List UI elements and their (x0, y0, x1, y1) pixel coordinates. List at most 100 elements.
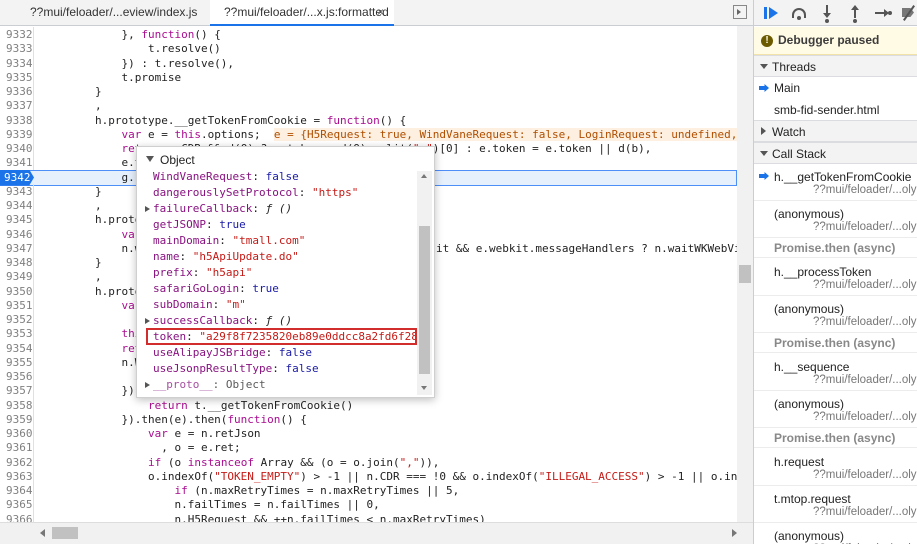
line-number[interactable]: 9366 (0, 511, 34, 522)
property-separator: : (272, 362, 286, 375)
property-key: subDomain: "m" (153, 298, 246, 311)
property-failurecallback[interactable]: failureCallback: ƒ () (137, 201, 417, 217)
paused-status-text: Debugger paused (778, 33, 880, 47)
frame-location[interactable]: ??mui/feloader/...oly (813, 184, 917, 196)
frame-location[interactable]: ??mui/feloader/...oly (813, 279, 917, 291)
step-over-button[interactable] (790, 4, 808, 22)
property-prefix[interactable]: prefix: "h5api" (137, 265, 417, 281)
paused-banner: ! Debugger paused (754, 27, 917, 55)
property-separator: : (252, 314, 266, 327)
call-frame[interactable]: (anonymous)??mui/feloader/...oly (754, 201, 917, 238)
close-icon[interactable]: × (377, 0, 384, 24)
property-key: getJSONP: true (153, 218, 246, 231)
step-icon-dot (888, 11, 892, 15)
tab-index-js[interactable]: ??mui/feloader/...eview/index.js (0, 0, 210, 26)
frame-function: h.__processToken (774, 265, 872, 279)
source-editor: ??mui/feloader/...eview/index.js ??mui/f… (0, 0, 753, 544)
property-key: dangerouslySetProtocol: "https" (153, 186, 359, 199)
scroll-left-icon[interactable] (40, 529, 45, 537)
async-label: Promise.then (async) (774, 336, 896, 350)
frame-location[interactable]: ??mui/feloader/...oly (813, 221, 917, 233)
property-key: __proto__: Object (153, 378, 266, 391)
property-separator: : (192, 266, 206, 279)
property-safarigologin[interactable]: safariGoLogin: true (137, 281, 417, 297)
property-usealipayjsbridge[interactable]: useAlipayJSBridge: false (137, 345, 417, 361)
step-button[interactable] (874, 4, 892, 22)
thread-main[interactable]: Main (754, 77, 917, 99)
property-windvanerequest[interactable]: WindVaneRequest: false (137, 169, 417, 185)
property-successcallback[interactable]: successCallback: ƒ () (137, 313, 417, 329)
expand-right-icon[interactable] (145, 318, 150, 324)
thread-smb-fid-sender[interactable]: smb-fid-sender.html (754, 99, 917, 121)
tab-label: ??mui/feloader/...x.js:formatted (224, 5, 389, 19)
call-stack-section-header[interactable]: Call Stack (754, 142, 917, 164)
call-frame[interactable]: (anonymous)??mui/feloader/...oly (754, 391, 917, 428)
step-out-button[interactable] (846, 4, 864, 23)
editor-tab-bar: ??mui/feloader/...eview/index.js ??mui/f… (0, 0, 753, 26)
tab-label: ??mui/feloader/...eview/index.js (30, 5, 198, 19)
call-frame[interactable]: h.__processToken ??mui/feloader/...oly (754, 259, 917, 296)
deactivate-breakpoints-button[interactable] (900, 4, 917, 22)
debugger-toolbar (754, 0, 917, 26)
async-separator: Promise.then (async) (754, 428, 917, 448)
section-title: Watch (772, 125, 806, 139)
property-getjsonp[interactable]: getJSONP: true (137, 217, 417, 233)
property-separator: : (265, 346, 279, 359)
call-frame[interactable]: h.request ??mui/feloader/...oly (754, 449, 917, 486)
step-into-button[interactable] (818, 4, 836, 23)
resume-icon (764, 7, 767, 19)
property-separator: : (252, 202, 266, 215)
property-value: ƒ () (265, 202, 293, 215)
frame-location[interactable]: ??mui/feloader/...oly (813, 316, 917, 328)
expand-down-icon[interactable] (146, 156, 154, 162)
watch-section-header[interactable]: Watch (754, 120, 917, 142)
expand-right-icon[interactable] (145, 206, 150, 212)
property-key: successCallback: ƒ () (153, 314, 293, 327)
property-dangerouslysetprotocol[interactable]: dangerouslySetProtocol: "https" (137, 185, 417, 201)
property-key: useAlipayJSBridge: false (153, 346, 312, 359)
threads-section-header[interactable]: Threads (754, 55, 917, 77)
horizontal-scrollbar[interactable] (0, 522, 753, 544)
call-frame[interactable]: (anonymous)??mui/feloader/...oly (754, 296, 917, 333)
property-separator: : (252, 170, 266, 183)
call-frame[interactable]: h.__getTokenFromCookie ??mui/feloader/...… (754, 164, 917, 201)
async-separator: Promise.then (async) (754, 238, 917, 258)
scroll-up-icon[interactable] (421, 174, 427, 178)
code-text: n.H5Request && ++n.failTimes < n.maxRetr… (42, 512, 486, 523)
scrollbar-thumb[interactable] (419, 226, 430, 374)
code-line[interactable]: 9366 n.H5Request && ++n.failTimes < n.ma… (0, 511, 737, 523)
property-name[interactable]: name: "h5ApiUpdate.do" (137, 249, 417, 265)
thread-name: Main (774, 81, 801, 95)
property-value: false (278, 346, 312, 359)
call-frame[interactable]: (anonymous)??mui/feloader/...oly (754, 523, 917, 544)
frame-location[interactable]: ??mui/feloader/...oly (813, 411, 917, 423)
call-frame[interactable]: h.__sequence ??mui/feloader/...oly (754, 354, 917, 391)
frame-function: (anonymous) (774, 302, 845, 316)
property-separator: : (298, 186, 312, 199)
thread-name: smb-fid-sender.html (774, 103, 880, 117)
property-separator: : (239, 282, 253, 295)
frame-location[interactable]: ??mui/feloader/...oly (813, 469, 917, 481)
property-proto[interactable]: __proto__: Object (137, 377, 417, 393)
property-maindomain[interactable]: mainDomain: "tmall.com" (137, 233, 417, 249)
scrollbar-thumb[interactable] (52, 527, 78, 539)
popover-header[interactable]: Object (137, 152, 434, 168)
chevron-right-icon (761, 127, 766, 135)
property-subdomain[interactable]: subDomain: "m" (137, 297, 417, 313)
property-key: mainDomain: "tmall.com" (153, 234, 306, 247)
frame-location[interactable]: ??mui/feloader/...oly (813, 374, 917, 386)
vertical-scrollbar[interactable] (737, 26, 753, 522)
resume-button[interactable] (762, 4, 780, 22)
property-key: safariGoLogin: true (153, 282, 279, 295)
popover-scrollbar[interactable] (417, 171, 432, 395)
scroll-down-icon[interactable] (421, 386, 427, 390)
call-frame[interactable]: t.mtop.request ??mui/feloader/...oly (754, 486, 917, 523)
property-usejsonpresulttype[interactable]: useJsonpResultType: false (137, 361, 417, 377)
scrollbar-thumb[interactable] (739, 265, 751, 283)
frame-location[interactable]: ??mui/feloader/...oly (813, 506, 917, 518)
section-title: Threads (772, 60, 817, 74)
toggle-sidebar-icon[interactable] (733, 5, 747, 19)
tab-index-formatted[interactable]: ??mui/feloader/...x.js:formatted × (210, 0, 394, 26)
scroll-right-icon[interactable] (732, 529, 737, 537)
expand-right-icon[interactable] (145, 382, 150, 388)
